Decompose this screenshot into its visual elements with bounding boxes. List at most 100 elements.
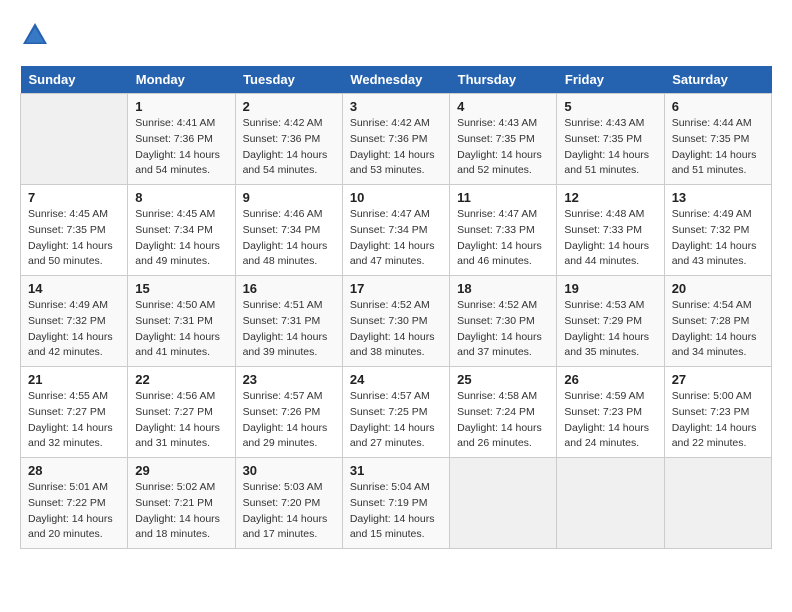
day-cell: 8Sunrise: 4:45 AMSunset: 7:34 PMDaylight… <box>128 185 235 276</box>
day-info: Sunrise: 4:47 AMSunset: 7:34 PMDaylight:… <box>350 207 442 270</box>
day-info: Sunrise: 4:48 AMSunset: 7:33 PMDaylight:… <box>564 207 656 270</box>
day-info: Sunrise: 4:55 AMSunset: 7:27 PMDaylight:… <box>28 389 120 452</box>
day-number: 17 <box>350 281 442 296</box>
day-number: 24 <box>350 372 442 387</box>
day-number: 23 <box>243 372 335 387</box>
day-cell: 7Sunrise: 4:45 AMSunset: 7:35 PMDaylight… <box>21 185 128 276</box>
day-number: 12 <box>564 190 656 205</box>
day-number: 29 <box>135 463 227 478</box>
day-number: 11 <box>457 190 549 205</box>
header-day-wednesday: Wednesday <box>342 66 449 94</box>
day-cell: 9 Sunrise: 4:46 AMSunset: 7:34 PMDaylight… <box>235 185 342 276</box>
day-info: Sunrise: 4:57 AMSunset: 7:25 PMDaylight:… <box>350 389 442 452</box>
day-cell: 10 Sunrise: 4:47 AMSunset: 7:34 PMDayligh… <box>342 185 449 276</box>
day-number: 6 <box>672 99 764 114</box>
day-cell: 21Sunrise: 4:55 AMSunset: 7:27 PMDayligh… <box>21 367 128 458</box>
day-cell: 29 Sunrise: 5:02 AMSunset: 7:21 PMDayligh… <box>128 458 235 549</box>
day-cell: 4 Sunrise: 4:43 AMSunset: 7:35 PMDaylight… <box>450 94 557 185</box>
day-cell: 14 Sunrise: 4:49 AMSunset: 7:32 PMDayligh… <box>21 276 128 367</box>
day-info: Sunrise: 4:41 AMSunset: 7:36 PMDaylight:… <box>135 116 227 179</box>
day-number: 3 <box>350 99 442 114</box>
day-number: 25 <box>457 372 549 387</box>
day-info: Sunrise: 5:00 AMSunset: 7:23 PMDaylight:… <box>672 389 764 452</box>
day-number: 4 <box>457 99 549 114</box>
day-cell: 24 Sunrise: 4:57 AMSunset: 7:25 PMDayligh… <box>342 367 449 458</box>
day-info: Sunrise: 4:52 AMSunset: 7:30 PMDaylight:… <box>350 298 442 361</box>
day-cell: 2 Sunrise: 4:42 AMSunset: 7:36 PMDaylight… <box>235 94 342 185</box>
day-number: 26 <box>564 372 656 387</box>
day-info: Sunrise: 4:43 AMSunset: 7:35 PMDaylight:… <box>457 116 549 179</box>
day-info: Sunrise: 4:49 AMSunset: 7:32 PMDaylight:… <box>672 207 764 270</box>
day-info: Sunrise: 4:51 AMSunset: 7:31 PMDaylight:… <box>243 298 335 361</box>
day-number: 5 <box>564 99 656 114</box>
day-info: Sunrise: 4:42 AMSunset: 7:36 PMDaylight:… <box>243 116 335 179</box>
header-day-thursday: Thursday <box>450 66 557 94</box>
day-cell: 11 Sunrise: 4:47 AMSunset: 7:33 PMDayligh… <box>450 185 557 276</box>
day-number: 9 <box>243 190 335 205</box>
day-info: Sunrise: 4:57 AMSunset: 7:26 PMDaylight:… <box>243 389 335 452</box>
day-number: 19 <box>564 281 656 296</box>
day-cell: 26 Sunrise: 4:59 AMSunset: 7:23 PMDayligh… <box>557 367 664 458</box>
day-cell: 20Sunrise: 4:54 AMSunset: 7:28 PMDayligh… <box>664 276 771 367</box>
header-day-monday: Monday <box>128 66 235 94</box>
day-cell: 19 Sunrise: 4:53 AMSunset: 7:29 PMDayligh… <box>557 276 664 367</box>
day-cell: 22Sunrise: 4:56 AMSunset: 7:27 PMDayligh… <box>128 367 235 458</box>
day-cell <box>21 94 128 185</box>
day-number: 30 <box>243 463 335 478</box>
day-info: Sunrise: 4:47 AMSunset: 7:33 PMDaylight:… <box>457 207 549 270</box>
day-cell: 6 Sunrise: 4:44 AMSunset: 7:35 PMDaylight… <box>664 94 771 185</box>
day-cell: 31 Sunrise: 5:04 AMSunset: 7:19 PMDayligh… <box>342 458 449 549</box>
day-number: 14 <box>28 281 120 296</box>
day-info: Sunrise: 4:56 AMSunset: 7:27 PMDaylight:… <box>135 389 227 452</box>
week-row-2: 7Sunrise: 4:45 AMSunset: 7:35 PMDaylight… <box>21 185 772 276</box>
day-info: Sunrise: 4:58 AMSunset: 7:24 PMDaylight:… <box>457 389 549 452</box>
day-cell: 5 Sunrise: 4:43 AMSunset: 7:35 PMDaylight… <box>557 94 664 185</box>
header-day-sunday: Sunday <box>21 66 128 94</box>
day-number: 13 <box>672 190 764 205</box>
day-cell: 12 Sunrise: 4:48 AMSunset: 7:33 PMDayligh… <box>557 185 664 276</box>
day-info: Sunrise: 4:42 AMSunset: 7:36 PMDaylight:… <box>350 116 442 179</box>
header-day-saturday: Saturday <box>664 66 771 94</box>
day-number: 1 <box>135 99 227 114</box>
day-info: Sunrise: 4:43 AMSunset: 7:35 PMDaylight:… <box>564 116 656 179</box>
day-cell: 18Sunrise: 4:52 AMSunset: 7:30 PMDayligh… <box>450 276 557 367</box>
day-cell <box>557 458 664 549</box>
header-day-friday: Friday <box>557 66 664 94</box>
day-cell: 3 Sunrise: 4:42 AMSunset: 7:36 PMDaylight… <box>342 94 449 185</box>
day-info: Sunrise: 5:04 AMSunset: 7:19 PMDaylight:… <box>350 480 442 543</box>
day-cell: 1 Sunrise: 4:41 AMSunset: 7:36 PMDaylight… <box>128 94 235 185</box>
day-info: Sunrise: 4:50 AMSunset: 7:31 PMDaylight:… <box>135 298 227 361</box>
calendar-table: SundayMondayTuesdayWednesdayThursdayFrid… <box>20 66 772 549</box>
day-number: 16 <box>243 281 335 296</box>
logo-icon <box>20 20 50 50</box>
day-info: Sunrise: 5:03 AMSunset: 7:20 PMDaylight:… <box>243 480 335 543</box>
week-row-4: 21Sunrise: 4:55 AMSunset: 7:27 PMDayligh… <box>21 367 772 458</box>
day-number: 27 <box>672 372 764 387</box>
day-number: 10 <box>350 190 442 205</box>
day-info: Sunrise: 4:49 AMSunset: 7:32 PMDaylight:… <box>28 298 120 361</box>
day-cell: 28Sunrise: 5:01 AMSunset: 7:22 PMDayligh… <box>21 458 128 549</box>
day-cell: 23 Sunrise: 4:57 AMSunset: 7:26 PMDayligh… <box>235 367 342 458</box>
day-number: 2 <box>243 99 335 114</box>
day-cell <box>664 458 771 549</box>
day-info: Sunrise: 5:02 AMSunset: 7:21 PMDaylight:… <box>135 480 227 543</box>
day-number: 31 <box>350 463 442 478</box>
day-cell: 16 Sunrise: 4:51 AMSunset: 7:31 PMDayligh… <box>235 276 342 367</box>
day-cell: 27 Sunrise: 5:00 AMSunset: 7:23 PMDayligh… <box>664 367 771 458</box>
day-cell: 13 Sunrise: 4:49 AMSunset: 7:32 PMDayligh… <box>664 185 771 276</box>
day-cell: 15Sunrise: 4:50 AMSunset: 7:31 PMDayligh… <box>128 276 235 367</box>
day-number: 8 <box>135 190 227 205</box>
day-cell: 30 Sunrise: 5:03 AMSunset: 7:20 PMDayligh… <box>235 458 342 549</box>
day-info: Sunrise: 4:52 AMSunset: 7:30 PMDaylight:… <box>457 298 549 361</box>
day-number: 20 <box>672 281 764 296</box>
page-header <box>20 20 772 50</box>
day-info: Sunrise: 5:01 AMSunset: 7:22 PMDaylight:… <box>28 480 120 543</box>
day-info: Sunrise: 4:44 AMSunset: 7:35 PMDaylight:… <box>672 116 764 179</box>
day-info: Sunrise: 4:46 AMSunset: 7:34 PMDaylight:… <box>243 207 335 270</box>
header-day-tuesday: Tuesday <box>235 66 342 94</box>
week-row-3: 14 Sunrise: 4:49 AMSunset: 7:32 PMDayligh… <box>21 276 772 367</box>
day-info: Sunrise: 4:53 AMSunset: 7:29 PMDaylight:… <box>564 298 656 361</box>
logo <box>20 20 54 50</box>
day-info: Sunrise: 4:45 AMSunset: 7:35 PMDaylight:… <box>28 207 120 270</box>
day-info: Sunrise: 4:59 AMSunset: 7:23 PMDaylight:… <box>564 389 656 452</box>
